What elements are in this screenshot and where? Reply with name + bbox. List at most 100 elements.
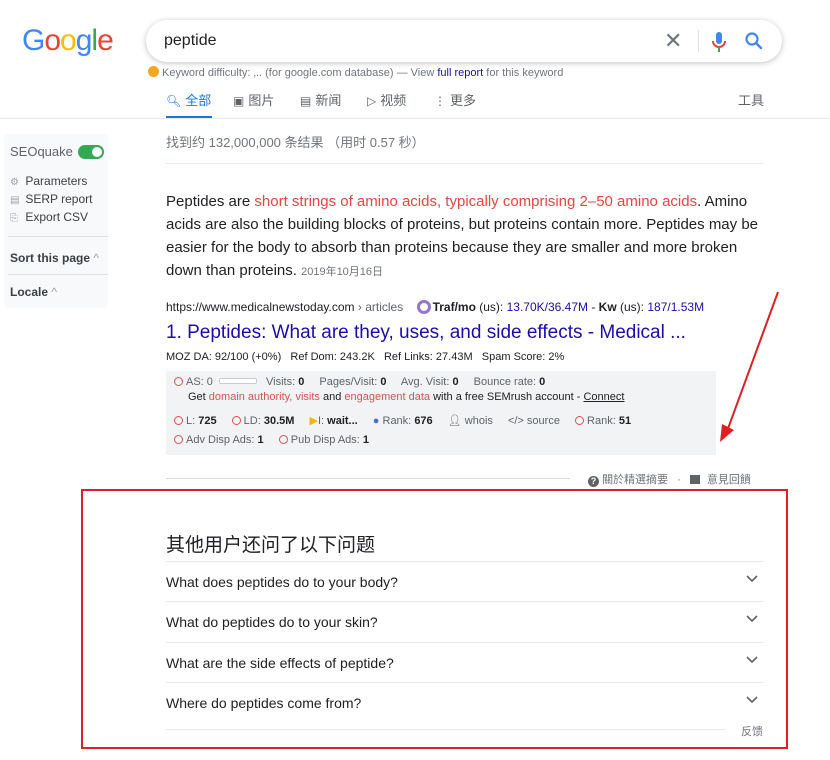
paa-title: 其他用户还问了以下问题 xyxy=(166,535,376,556)
chevron-up-icon: ^ xyxy=(93,251,99,265)
pub-value[interactable]: 1 xyxy=(363,434,369,446)
bounce-value: 0 xyxy=(539,376,546,388)
seoquake-icon xyxy=(148,66,159,77)
kd-value: ‚.. xyxy=(253,67,263,79)
connect-link[interactable]: Connect xyxy=(583,391,624,403)
visits-link[interactable]: visits xyxy=(295,391,319,403)
dot-separator: · xyxy=(677,474,681,486)
traf-label: Traf/mo xyxy=(432,300,476,314)
clear-icon[interactable]: ✕ xyxy=(664,28,682,54)
paa-question-text: Where do peptides come from? xyxy=(166,695,362,711)
kd-prefix: Keyword difficulty: xyxy=(162,67,251,79)
keyword-difficulty: Keyword difficulty: ‚.. (for google.com … xyxy=(148,66,563,79)
sort-label: Sort this page xyxy=(10,251,91,265)
paa-question[interactable]: What does peptides do to your body? xyxy=(166,561,764,602)
tab-videos[interactable]: ▷ 视频 xyxy=(367,90,406,109)
tab-label: 更多 xyxy=(450,93,477,108)
sidebar-item-label: Parameters xyxy=(25,174,88,188)
kd-suffix: for this keyword xyxy=(486,67,564,79)
logo-letter: o xyxy=(60,24,77,57)
feedback-icon xyxy=(689,475,700,484)
ppv-value: 0 xyxy=(380,376,387,388)
snippet-date: 2019年10月16日 xyxy=(301,266,384,278)
locale[interactable]: Locale ^ xyxy=(10,285,57,299)
l-label: L: xyxy=(186,415,196,427)
circle-icon xyxy=(174,435,183,444)
rank-value[interactable]: 676 xyxy=(414,415,432,427)
tab-news[interactable]: ▤ 新闻 xyxy=(300,90,341,109)
tab-images[interactable]: ▣ 图片 xyxy=(233,90,274,109)
about-snippets-link[interactable]: 關於精選摘要 xyxy=(602,474,668,486)
adv-value[interactable]: 1 xyxy=(258,434,264,446)
sort-this-page[interactable]: Sort this page ^ xyxy=(10,251,99,265)
full-report-link[interactable]: full report xyxy=(437,67,483,79)
sidebar-item-serp-report[interactable]: ▤ SERP report xyxy=(10,192,93,206)
engagement-link[interactable]: engagement data xyxy=(344,391,430,403)
sidebar-item-label: Export CSV xyxy=(25,210,89,224)
seoquake-title: SEOquake xyxy=(10,144,73,159)
tools-button[interactable]: 工具 xyxy=(738,90,764,109)
ppv-label: Pages/Visit: xyxy=(319,376,378,388)
as-value: 0 xyxy=(206,376,213,388)
chevron-down-icon xyxy=(746,615,758,623)
result-url[interactable]: https://www.medicalnewstoday.com xyxy=(166,300,355,314)
tab-label: 图片 xyxy=(248,93,275,108)
seoquake-panel: AS: 0 Visits: 0 Pages/Visit: 0 Avg. Visi… xyxy=(166,371,716,455)
tab-all[interactable]: 🔍︎ 全部 xyxy=(166,90,211,109)
paa-question[interactable]: What do peptides do to your skin? xyxy=(166,601,764,642)
paa-question[interactable]: What are the side effects of peptide? xyxy=(166,642,764,683)
traf-value[interactable]: 13.70K/36.47M xyxy=(507,300,588,314)
bounce-label: Bounce rate: xyxy=(473,376,537,388)
tab-more[interactable]: ⋮ 更多 xyxy=(434,90,476,109)
result-cite: https://www.medicalnewstoday.com › artic… xyxy=(166,300,705,314)
microphone-icon[interactable] xyxy=(710,31,728,53)
sidebar-item-label: SERP report xyxy=(25,192,93,206)
report-icon: ▤ xyxy=(10,195,20,206)
logo-letter: o xyxy=(44,24,61,57)
adv-label: Adv Disp Ads: xyxy=(186,434,255,446)
logo-letter: g xyxy=(75,24,93,57)
circle-icon xyxy=(575,416,585,425)
seoquake-row-3: L: 725 LD: 30.5M ▶I: wait... ● Rank: 676… xyxy=(174,414,631,427)
image-icon: ▣ xyxy=(233,94,245,108)
circle-icon xyxy=(278,435,288,444)
sidebar-item-export-csv[interactable]: ⎘ Export CSV xyxy=(10,210,88,224)
search-box[interactable]: peptide ✕ xyxy=(146,20,782,62)
chevron-down-icon xyxy=(746,575,758,583)
paa-bottom-divider xyxy=(166,729,726,730)
search-divider xyxy=(698,30,699,52)
kd-middle: (for google.com database) — View xyxy=(265,67,435,79)
help-icon: ? xyxy=(588,476,599,487)
i-value[interactable]: wait... xyxy=(327,415,358,427)
rank-label: Rank: xyxy=(382,415,412,427)
avg-value: 0 xyxy=(452,376,459,388)
domain-authority-link[interactable]: domain authority, xyxy=(209,391,293,403)
whois-link[interactable]: whois xyxy=(465,415,493,427)
rank-value[interactable]: 51 xyxy=(619,415,631,427)
i-label: I: xyxy=(317,415,325,427)
as-bar xyxy=(218,378,257,384)
paa-question-text: What are the side effects of peptide? xyxy=(166,655,394,671)
paa-question[interactable]: Where do peptides come from? xyxy=(166,682,764,723)
google-logo[interactable]: Google xyxy=(22,24,114,58)
ld-value[interactable]: 30.5M xyxy=(264,415,295,427)
kw-us: (us): xyxy=(620,300,645,314)
search-input[interactable]: peptide xyxy=(164,32,217,50)
paa-feedback-link[interactable]: 反馈 xyxy=(741,723,763,739)
video-icon: ▷ xyxy=(367,94,377,108)
circle-icon xyxy=(174,377,183,386)
circle-icon xyxy=(174,416,183,425)
search-icon[interactable] xyxy=(744,31,764,51)
seoquake-sidebar: SEOquake ⚙ Parameters ▤ SERP report ⎘ Ex… xyxy=(4,134,108,308)
result-breadcrumb: › articles xyxy=(357,300,404,314)
source-link[interactable]: source xyxy=(527,415,560,427)
kw-value[interactable]: 187/1.53M xyxy=(647,300,704,314)
l-value[interactable]: 725 xyxy=(198,415,216,427)
tab-label: 视频 xyxy=(380,93,407,108)
sidebar-item-parameters[interactable]: ⚙ Parameters xyxy=(10,174,87,188)
visits-label: Visits: xyxy=(265,376,296,388)
result-title-link[interactable]: 1. Peptides: What are they, uses, and si… xyxy=(166,322,686,344)
seoquake-toggle[interactable] xyxy=(78,145,104,159)
feedback-link[interactable]: 意見回饋 xyxy=(707,474,751,486)
chevron-down-icon xyxy=(746,656,758,664)
